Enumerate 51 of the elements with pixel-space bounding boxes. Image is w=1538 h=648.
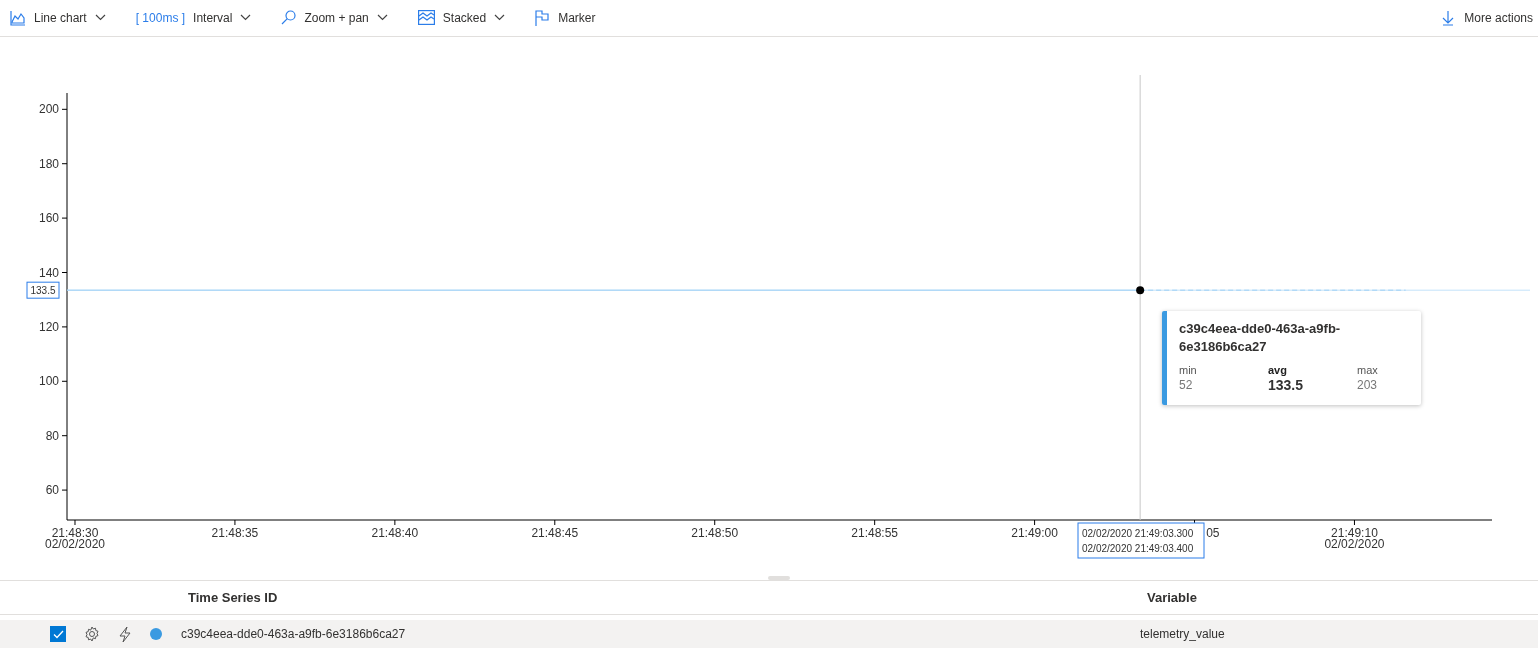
area-chart-icon — [10, 9, 26, 26]
toolbar-button[interactable]: [ 100ms ] Interval — [135, 3, 252, 32]
column-header: Time Series ID — [188, 588, 279, 607]
stat-value: 203 — [1357, 376, 1379, 394]
chevron-down-icon — [94, 14, 106, 22]
x-tick-label: 21:48:45 — [531, 525, 579, 540]
settings-icon[interactable] — [84, 626, 100, 643]
check-icon — [52, 629, 64, 639]
data-point — [1136, 285, 1145, 294]
stat-value: 133.5 — [1268, 376, 1305, 394]
y-tick-label: 140 — [38, 265, 59, 280]
chevron-down-icon — [240, 14, 252, 22]
y-tick-label: 120 — [38, 319, 59, 334]
x-hover-label: 02/02/2020 21:49:03.300 02/02/2020 21:49:03.400 — [1077, 522, 1205, 559]
stat-label: max — [1357, 362, 1379, 377]
y-tick-label: 180 — [38, 156, 59, 171]
chevron-down-icon — [376, 14, 388, 22]
y-tick-label: 100 — [38, 373, 59, 388]
toolbar-button[interactable]: Marker — [535, 3, 596, 32]
stat-label: min — [1179, 362, 1198, 377]
toolbar-button[interactable]: Line chart — [10, 3, 106, 32]
x-tick-label: 21:49:00 — [1011, 525, 1058, 540]
chevron-down-icon — [494, 14, 506, 22]
stacked-chart-icon — [417, 10, 435, 26]
lightning-icon[interactable] — [118, 625, 132, 643]
x-tick-label: 21:48:35 — [211, 525, 259, 540]
y-tick-label: 200 — [38, 101, 59, 116]
table-cell-text: telemetry_value — [1140, 626, 1225, 644]
x-tick-label: 21:48:40 — [371, 525, 419, 540]
toolbar-button[interactable]: Stacked — [417, 3, 506, 32]
column-header: Variable — [1147, 588, 1197, 607]
x-tick-label: 21:48:50 — [691, 525, 739, 540]
stat-value: 52 — [1179, 376, 1194, 394]
tooltip-title: c39c4eea-dde0-463a-a9fb-6e3186b6ca27 — [1179, 319, 1342, 356]
x-tick-label: 21:48:55 — [851, 525, 898, 540]
x-tick-label: 21:49:10 02/02/2020 — [1324, 525, 1385, 551]
flag-icon — [535, 9, 551, 26]
y-tick-label: 80 — [45, 428, 59, 443]
checkbox[interactable] — [50, 626, 66, 643]
y-tick-label: 60 — [45, 482, 59, 497]
more-actions-button[interactable]: More actions — [1442, 8, 1533, 27]
y-tick-label: 160 — [38, 210, 59, 225]
x-tick-label: 05 — [1206, 525, 1220, 540]
download-icon — [1442, 9, 1455, 26]
table-cell-text: c39c4eea-dde0-463a-a9fb-6e3186b6ca27 — [181, 626, 407, 644]
y-hover-label: 133.5 — [26, 281, 60, 299]
search-icon — [281, 10, 297, 26]
stat-label: avg — [1268, 362, 1288, 377]
x-tick-label: 21:48:30 02/02/2020 — [44, 525, 106, 551]
resize-handle[interactable] — [768, 575, 790, 580]
toolbar-button[interactable]: Zoom + pan — [281, 3, 388, 32]
